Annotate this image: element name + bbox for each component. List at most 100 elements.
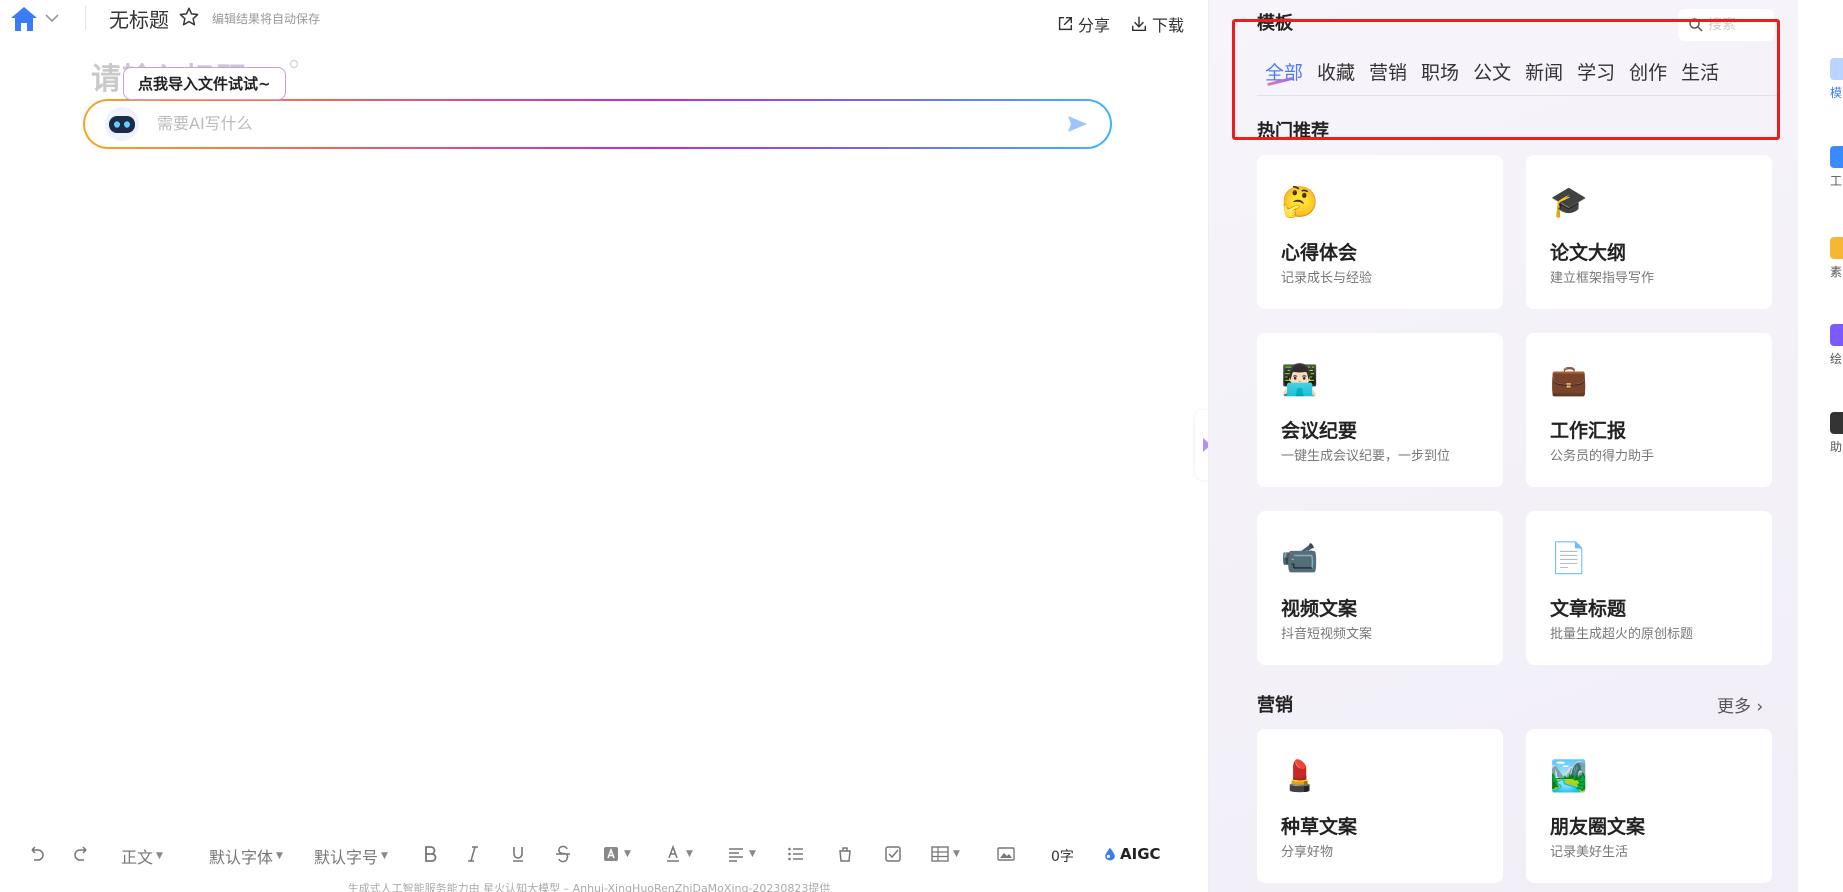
- service-footnote: 生成式人工智能服务能力由 星火认知大模型 – Anhui-XingHuoRenZ…: [347, 882, 831, 892]
- caret-icon: ▼: [276, 851, 283, 861]
- template-card[interactable]: 📹 视频文案 抖音短视频文案: [1257, 511, 1503, 665]
- autosave-note: 编辑结果将自动保存: [212, 12, 321, 26]
- card-title: 种草文案: [1281, 816, 1358, 838]
- font-family-label: 默认字体: [209, 848, 274, 867]
- marketing-section-title: 营销: [1257, 695, 1293, 716]
- card-subtitle: 记录美好生活: [1550, 845, 1629, 860]
- template-card[interactable]: 🎓 论文大纲 建立框架指导写作: [1526, 155, 1772, 309]
- template-card[interactable]: 🏞️ 朋友圈文案 记录美好生活: [1526, 729, 1772, 883]
- rail-label: 绘: [1830, 352, 1843, 366]
- highlight-box: [1232, 19, 1780, 140]
- bold-button[interactable]: [420, 844, 440, 864]
- download-icon: [1131, 16, 1147, 32]
- landscape-icon: 🏞️: [1550, 759, 1588, 794]
- send-icon[interactable]: [1066, 113, 1088, 135]
- checkbox-icon: [885, 846, 901, 862]
- card-subtitle: 一键生成会议纪要，一步到位: [1281, 449, 1451, 464]
- ai-prompt-bar: [83, 99, 1112, 149]
- aigc-label: AIGC: [1120, 845, 1161, 863]
- highlight-button[interactable]: ▼: [601, 844, 631, 864]
- lipstick-icon: 💄: [1281, 759, 1319, 794]
- bold-icon: [425, 846, 437, 862]
- aigc-icon: [1105, 847, 1115, 861]
- share-button[interactable]: 分享: [1056, 12, 1110, 36]
- template-card[interactable]: 💼 工作汇报 公务员的得力助手: [1526, 333, 1772, 487]
- download-button[interactable]: 下载: [1130, 12, 1184, 36]
- card-subtitle: 分享好物: [1281, 845, 1334, 860]
- download-label: 下载: [1152, 16, 1185, 35]
- rail-label: 模: [1830, 86, 1843, 100]
- template-card[interactable]: 🤔 心得体会 记录成长与经验: [1257, 155, 1503, 309]
- caret-icon: ▼: [749, 849, 756, 859]
- list-icon: [788, 847, 803, 861]
- thinking-face-icon: 🤔: [1281, 185, 1319, 220]
- card-subtitle: 记录成长与经验: [1281, 271, 1373, 286]
- underline-button[interactable]: [508, 844, 528, 864]
- highlight-icon: [604, 847, 618, 861]
- clear-format-button[interactable]: [835, 844, 855, 864]
- rail-item-template[interactable]: 模: [1830, 58, 1843, 101]
- underline-icon: [513, 847, 523, 862]
- paint-icon: [1830, 324, 1843, 346]
- list-button[interactable]: [786, 844, 806, 864]
- card-title: 会议纪要: [1281, 420, 1358, 442]
- word-count: 0字: [1051, 849, 1074, 865]
- rail-item-materials[interactable]: 素: [1830, 237, 1843, 280]
- font-family-select[interactable]: 默认字体 ▼: [209, 844, 283, 868]
- rail-item-tools[interactable]: 工: [1830, 146, 1843, 189]
- format-toolbar: 正文 ▼ 默认字体 ▼ 默认字号 ▼ ▼ ▼ ▼ ▼ 0字 AIGC: [0, 836, 1208, 872]
- align-button[interactable]: ▼: [726, 844, 756, 864]
- template-card[interactable]: 💄 种草文案 分享好物: [1257, 729, 1503, 883]
- rail-item-drawing[interactable]: 绘: [1830, 324, 1843, 367]
- right-rail: 模 工 素 绘 助: [1798, 0, 1843, 892]
- ai-prompt-input[interactable]: [157, 109, 1017, 137]
- eraser-icon: [839, 847, 851, 862]
- ai-prompt-inner: [85, 101, 1110, 147]
- document-icon: 📄: [1550, 541, 1588, 576]
- star-icon[interactable]: [178, 6, 200, 28]
- caret-icon: ▼: [953, 849, 960, 859]
- template-card[interactable]: 👨🏻‍💻 会议纪要 一键生成会议纪要，一步到位: [1257, 333, 1503, 487]
- more-link[interactable]: 更多 ›: [1717, 692, 1763, 717]
- checkbox-button[interactable]: [883, 844, 903, 864]
- robot-icon[interactable]: [103, 106, 141, 142]
- template-card[interactable]: 📄 文章标题 批量生成超火的原创标题: [1526, 511, 1772, 665]
- rail-label: 助: [1830, 440, 1843, 454]
- rail-label: 素: [1830, 265, 1843, 279]
- table-button[interactable]: ▼: [930, 844, 960, 864]
- title-marker: [290, 60, 298, 68]
- image-button[interactable]: [996, 844, 1016, 864]
- card-subtitle: 建立框架指导写作: [1550, 271, 1655, 286]
- undo-button[interactable]: [26, 844, 46, 864]
- share-label: 分享: [1078, 16, 1111, 35]
- card-title: 朋友圈文案: [1550, 816, 1646, 838]
- strikethrough-button[interactable]: [553, 844, 573, 864]
- chevron-down-icon[interactable]: [43, 9, 61, 27]
- rail-item-assistant[interactable]: 助: [1830, 412, 1843, 455]
- paragraph-style-select[interactable]: 正文 ▼: [121, 844, 163, 868]
- rail-label: 工: [1830, 174, 1843, 188]
- card-subtitle: 批量生成超火的原创标题: [1550, 627, 1694, 642]
- app: 无标题 编辑结果将自动保存 分享 下载 请输入标题: [0, 0, 1843, 892]
- caret-icon: ▼: [156, 851, 163, 861]
- italic-button[interactable]: [463, 844, 483, 864]
- redo-icon: [74, 846, 87, 861]
- tools-icon: [1830, 146, 1843, 168]
- card-subtitle: 公务员的得力助手: [1550, 449, 1655, 464]
- font-size-select[interactable]: 默认字号 ▼: [314, 844, 388, 868]
- aigc-button[interactable]: AIGC: [1102, 845, 1161, 863]
- doc-title[interactable]: 无标题: [109, 4, 169, 33]
- caret-icon: ▼: [381, 851, 388, 861]
- strikethrough-icon: [556, 845, 570, 863]
- font-size-label: 默认字号: [314, 848, 379, 867]
- share-icon: [1058, 16, 1073, 31]
- font-color-button[interactable]: ▼: [663, 844, 693, 864]
- caret-icon: ▼: [686, 849, 693, 859]
- card-title: 视频文案: [1281, 598, 1358, 620]
- import-tooltip[interactable]: 点我导入文件试试~: [123, 67, 286, 100]
- redo-button[interactable]: [72, 844, 92, 864]
- template-icon: [1830, 58, 1843, 80]
- card-title: 论文大纲: [1550, 242, 1627, 264]
- home-icon[interactable]: [10, 6, 38, 32]
- divider: [85, 6, 86, 30]
